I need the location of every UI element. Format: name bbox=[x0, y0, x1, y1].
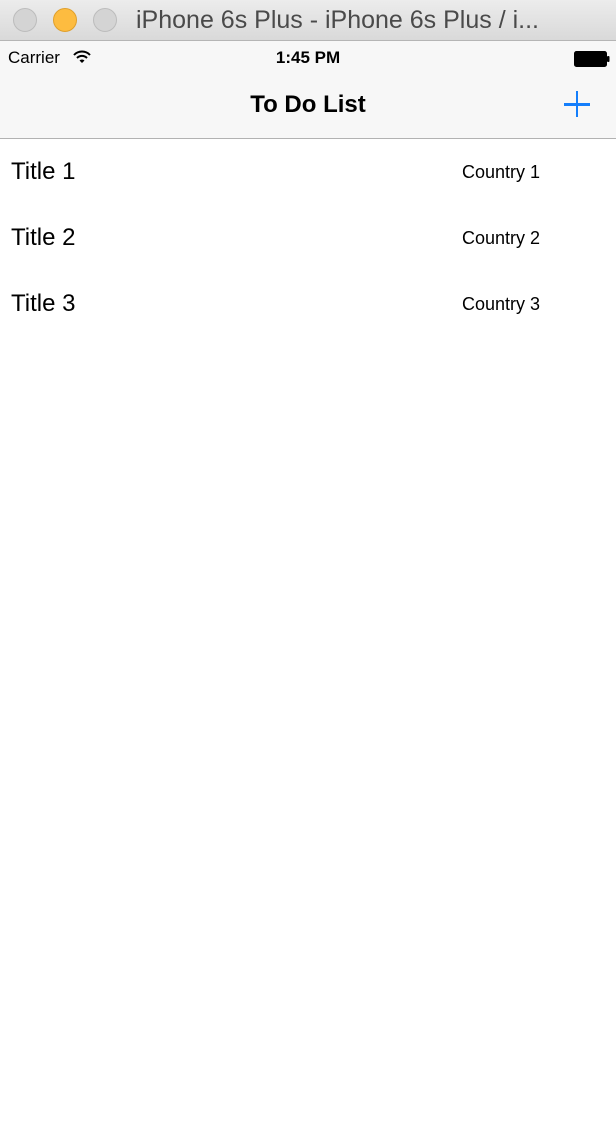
plus-icon-stroke bbox=[575, 91, 579, 117]
row-detail: Country 1 bbox=[462, 162, 541, 182]
simulator-window: iPhone 6s Plus - iPhone 6s Plus / i... C… bbox=[0, 0, 616, 1140]
row-title: Title 1 bbox=[11, 158, 76, 185]
page-title: To Do List bbox=[250, 91, 366, 118]
row-title: Title 2 bbox=[11, 224, 76, 251]
add-button[interactable] bbox=[558, 87, 596, 125]
close-window-button[interactable] bbox=[13, 8, 37, 32]
status-time: 1:45 PM bbox=[275, 48, 341, 67]
window-title: iPhone 6s Plus - iPhone 6s Plus / i... bbox=[136, 6, 539, 34]
table-row[interactable]: Title 1 Country 1 bbox=[0, 139, 616, 205]
minimize-window-button[interactable] bbox=[53, 8, 77, 32]
zoom-window-button[interactable] bbox=[93, 8, 117, 32]
table-row[interactable]: Title 3 Country 3 bbox=[0, 271, 616, 337]
window-titlebar: iPhone 6s Plus - iPhone 6s Plus / i... bbox=[0, 0, 616, 41]
table-row[interactable]: Title 2 Country 2 bbox=[0, 205, 616, 271]
todo-table: Title 1 Country 1 Title 2 Country 2 Titl… bbox=[0, 139, 616, 337]
row-detail: Country 2 bbox=[462, 228, 541, 248]
navigation-bar: To Do List bbox=[0, 74, 616, 139]
status-bar: Carrier 1:45 PM bbox=[0, 41, 616, 74]
row-detail: Country 3 bbox=[462, 294, 541, 314]
battery-icon bbox=[574, 51, 610, 67]
row-title: Title 3 bbox=[11, 290, 76, 317]
